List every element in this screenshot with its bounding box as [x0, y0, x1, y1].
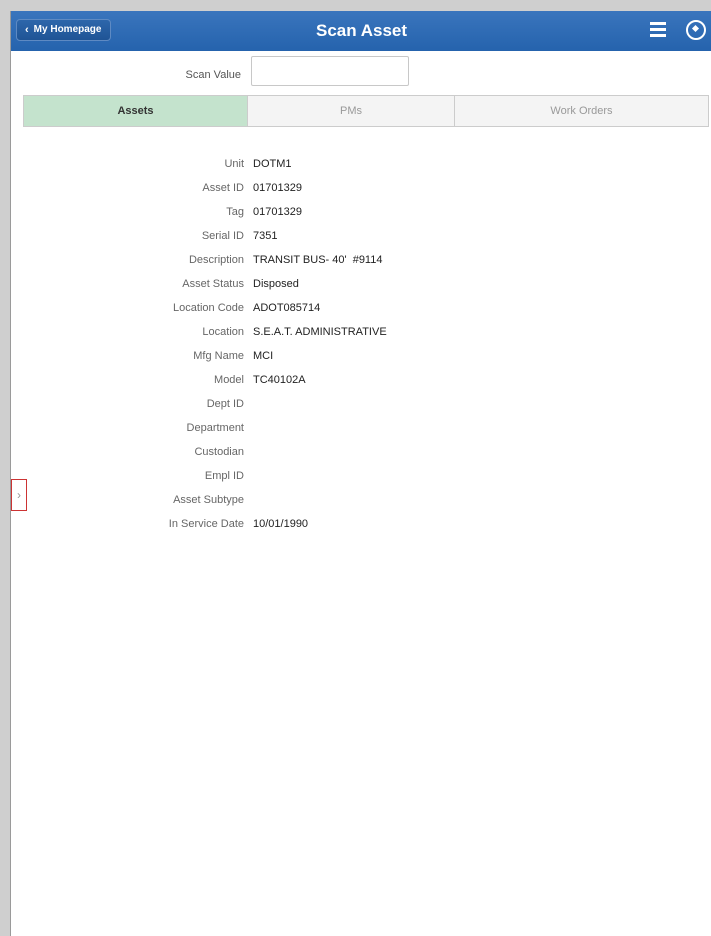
scan-value-label: Scan Value [185, 69, 241, 81]
field-row-in-service-date: In Service Date 10/01/1990 [11, 516, 711, 532]
field-value: 10/01/1990 [253, 518, 309, 530]
field-value: TRANSIT BUS- 40' #9114 [253, 254, 383, 266]
field-row-description: Description TRANSIT BUS- 40' #9114 [11, 252, 711, 268]
field-label: Location [202, 326, 244, 338]
field-row-model: Model TC40102A [11, 372, 711, 388]
field-row-asset-id: Asset ID 01701329 [11, 180, 711, 196]
app-window: Scan Asset ‹ My Homepage Scan Value Asse… [10, 11, 711, 936]
field-row-location: Location S.E.A.T. ADMINISTRATIVE [11, 324, 711, 340]
field-row-unit: Unit DOTM1 [11, 156, 711, 172]
field-row-tag: Tag 01701329 [11, 204, 711, 220]
chevron-left-icon: ‹ [25, 24, 29, 36]
field-row-mfg-name: Mfg Name MCI [11, 348, 711, 364]
field-label: Unit [224, 158, 244, 170]
back-button-label: My Homepage [33, 24, 102, 35]
field-row-dept-id: Dept ID [11, 396, 711, 412]
field-label: Mfg Name [193, 350, 244, 362]
hamburger-menu-icon[interactable] [650, 22, 666, 38]
header-bar: Scan Asset ‹ My Homepage [11, 11, 711, 51]
field-label: Empl ID [204, 470, 244, 482]
field-label: Dept ID [206, 398, 244, 410]
field-value: 01701329 [253, 182, 302, 194]
field-value: Disposed [253, 278, 299, 290]
field-value: 01701329 [253, 206, 302, 218]
field-row-asset-subtype: Asset Subtype [11, 492, 711, 508]
field-row-location-code: Location Code ADOT085714 [11, 300, 711, 316]
field-label: Serial ID [201, 230, 244, 242]
tab-assets[interactable]: Assets [24, 96, 248, 126]
field-label: Custodian [194, 446, 244, 458]
page-title: Scan Asset [315, 21, 408, 40]
field-value: DOTM1 [253, 158, 292, 170]
field-value: 7351 [253, 230, 278, 242]
field-label: Asset Status [182, 278, 244, 290]
field-label: Tag [226, 206, 244, 218]
field-label: Asset ID [202, 182, 244, 194]
screenshot-frame: Scan Asset ‹ My Homepage Scan Value Asse… [0, 0, 711, 936]
chevron-right-icon: › [17, 488, 21, 502]
tab-bar: Assets PMs Work Orders [23, 95, 709, 127]
field-value: MCI [253, 350, 274, 362]
field-row-department: Department [11, 420, 711, 436]
field-label: Asset Subtype [173, 494, 244, 506]
field-row-serial-id: Serial ID 7351 [11, 228, 711, 244]
field-row-asset-status: Asset Status Disposed [11, 276, 711, 292]
my-homepage-button[interactable]: ‹ My Homepage [16, 19, 112, 41]
field-row-empl-id: Empl ID [11, 468, 711, 484]
field-label: Model [214, 374, 244, 386]
scan-value-input[interactable] [251, 56, 409, 86]
navbar-compass-icon[interactable] [686, 20, 706, 40]
field-value: S.E.A.T. ADMINISTRATIVE [253, 326, 387, 338]
field-row-custodian: Custodian [11, 444, 711, 460]
field-label: Department [186, 422, 244, 434]
side-panel-expand-handle[interactable]: › [11, 479, 27, 511]
field-label: Location Code [173, 302, 244, 314]
field-value: TC40102A [253, 374, 306, 386]
field-value: ADOT085714 [253, 302, 321, 314]
tab-pms[interactable]: PMs [248, 96, 455, 126]
field-label: Description [188, 254, 244, 266]
field-label: In Service Date [168, 518, 244, 530]
tab-work-orders[interactable]: Work Orders [455, 96, 708, 126]
